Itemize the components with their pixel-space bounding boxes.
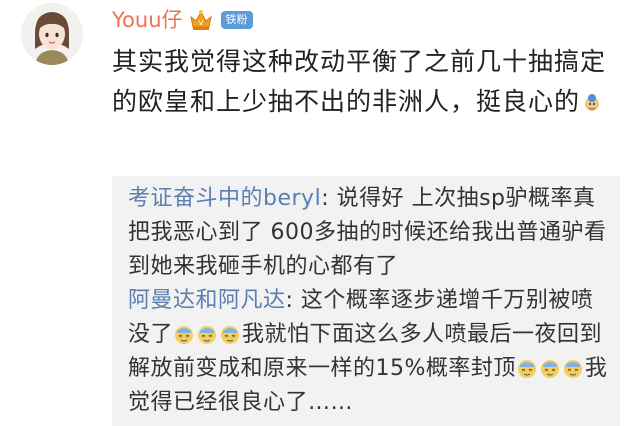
- svg-text:V: V: [198, 19, 203, 27]
- fainting-face-emoji-icon: [196, 322, 218, 344]
- reply-separator: :: [321, 186, 337, 211]
- username-link[interactable]: Youu仔: [112, 6, 183, 34]
- fainting-face-emoji-icon: [539, 356, 561, 378]
- fan-badge: 铁粉: [220, 11, 253, 29]
- reply-item: 考证奋斗中的beryl: 说得好 上次抽sp驴概率真把我恶心到了 600多抽的时…: [128, 182, 612, 284]
- fainting-face-emoji-icon: [516, 356, 538, 378]
- reply-list: 考证奋斗中的beryl: 说得好 上次抽sp驴概率真把我恶心到了 600多抽的时…: [112, 176, 620, 426]
- fainting-face-emoji-icon: [219, 322, 241, 344]
- reply-item: 阿曼达和阿凡达: 这个概率逐步递增千万别被喷没了 我就怕下面这么多人喷最后一夜回到…: [128, 284, 612, 420]
- reply-username[interactable]: 阿曼达和阿凡达: [128, 288, 286, 313]
- avatar[interactable]: [21, 3, 83, 65]
- cartoon-girl-avatar-icon: [21, 3, 83, 65]
- comment-body: 其实我觉得这种改动平衡了之前几十抽搞定的欧皇和上少抽不出的非洲人，挺良心的: [112, 42, 617, 122]
- reply-username[interactable]: 考证奋斗中的beryl: [128, 186, 321, 211]
- reply-separator: :: [285, 288, 301, 313]
- comment-header: Youu仔 V 铁粉: [112, 6, 253, 34]
- doge-emoji-icon: [581, 85, 603, 111]
- comment-text: 其实我觉得这种改动平衡了之前几十抽搞定的欧皇和上少抽不出的非洲人，挺良心的: [112, 47, 607, 116]
- fainting-face-emoji-icon: [173, 322, 195, 344]
- vip-crown-icon[interactable]: V: [189, 9, 213, 31]
- fainting-face-emoji-icon: [562, 356, 584, 378]
